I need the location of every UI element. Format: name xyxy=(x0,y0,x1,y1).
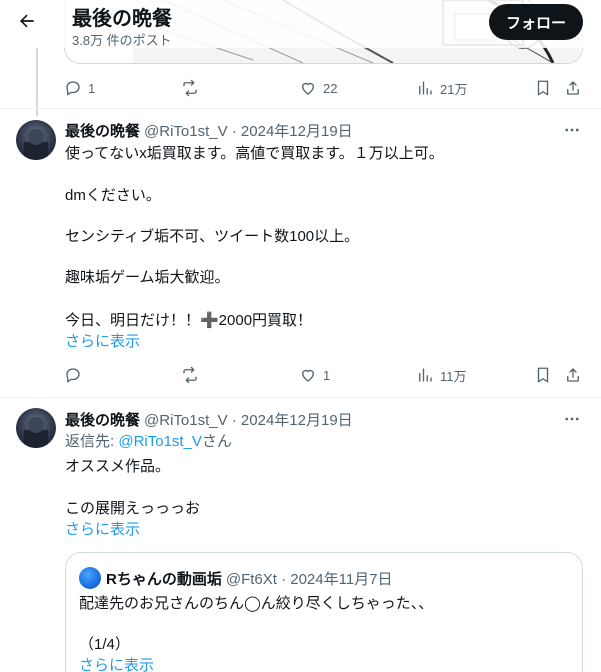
tweet-header: 最後の晩餐 @RiTo1st_V · 2024年12月19日 xyxy=(65,409,353,429)
views-icon xyxy=(419,368,432,382)
repost-button[interactable] xyxy=(181,77,199,99)
profile-header: 最後の晩餐 3.8万 件のポスト フォロー xyxy=(0,0,601,48)
reply-button[interactable] xyxy=(64,364,82,386)
like-button[interactable]: 22 xyxy=(299,77,337,99)
like-icon xyxy=(302,369,314,382)
reply-count: 1 xyxy=(88,80,96,96)
tweet-header: 最後の晩餐 @RiTo1st_V · 2024年12月19日 xyxy=(65,120,353,140)
share-button[interactable] xyxy=(564,364,582,386)
more-options-button[interactable] xyxy=(562,120,582,140)
thread-connector-line xyxy=(36,48,38,116)
author-handle-date[interactable]: @RiTo1st_V · 2024年12月19日 xyxy=(144,409,353,430)
reply-icon xyxy=(66,368,80,383)
like-button[interactable]: 1 xyxy=(299,364,330,386)
bookmark-icon xyxy=(537,367,549,383)
share-icon xyxy=(567,368,579,382)
avatar[interactable] xyxy=(16,120,56,160)
tweet-text-line: 使ってないx垢買取ます。高値で買取ます。１万以上可。 xyxy=(65,145,444,162)
show-more-link[interactable]: さらに表示 xyxy=(65,332,140,352)
view-count: 21万 xyxy=(440,81,468,97)
back-arrow-icon xyxy=(20,14,34,28)
reply-to-handle[interactable]: @RiTo1st_V xyxy=(118,433,202,450)
bookmark-icon xyxy=(537,80,549,96)
author-name[interactable]: 最後の晩餐 xyxy=(65,409,140,430)
follow-button[interactable]: フォロー xyxy=(489,4,583,40)
reply-to-label: 返信先: xyxy=(65,433,119,450)
views-button[interactable]: 11万 xyxy=(416,364,467,386)
views-button[interactable]: 21万 xyxy=(416,77,467,99)
quote-avatar xyxy=(79,567,101,589)
reply-to-line: 返信先: @RiTo1st_Vさん xyxy=(65,432,232,452)
repost-icon xyxy=(183,79,197,97)
like-icon xyxy=(302,82,314,95)
reply-icon xyxy=(66,81,80,96)
post-divider xyxy=(0,108,601,109)
tweet-actions: 1 11万 xyxy=(64,364,584,386)
like-count: 1 xyxy=(323,367,331,383)
quote-show-more-link[interactable]: さらに表示 xyxy=(79,656,154,672)
more-icon xyxy=(565,128,579,132)
quote-text-line: 配達先のお兄さんのちん◯ん絞り尽くしちゃった、、 xyxy=(79,595,434,612)
avatar[interactable] xyxy=(16,408,56,448)
repost-button[interactable] xyxy=(181,364,199,386)
tweet-text-line: 今日、明日だけ！！➕2000円買取！ xyxy=(65,312,313,329)
share-icon xyxy=(567,81,579,95)
tweet-divider xyxy=(0,397,601,398)
quote-handle-date: @Ft6Xt · 2024年11月7日 xyxy=(225,570,393,588)
tweet-text-line: この展開えっっっお xyxy=(65,500,201,517)
author-name[interactable]: 最後の晩餐 xyxy=(65,120,140,141)
quote-text-line: （1/4） xyxy=(79,636,130,653)
tweet-text-line: dmください。 xyxy=(65,187,161,204)
view-count: 11万 xyxy=(440,368,467,384)
reply-button[interactable]: 1 xyxy=(64,77,95,99)
quote-author-name: Rちゃんの動画垢 xyxy=(106,570,222,588)
bookmark-button[interactable] xyxy=(534,77,552,99)
like-count: 22 xyxy=(323,80,338,96)
more-icon xyxy=(565,417,579,421)
tweet-text-line: センシティブ垢不可、ツイート数100以上。 xyxy=(65,228,360,245)
reply-to-suffix: さん xyxy=(201,433,232,450)
show-more-link[interactable]: さらに表示 xyxy=(65,520,140,540)
author-handle-date[interactable]: @RiTo1st_V · 2024年12月19日 xyxy=(144,120,353,141)
more-options-button[interactable] xyxy=(562,409,582,429)
repost-icon xyxy=(183,366,197,384)
quote-header: Rちゃんの動画垢 @Ft6Xt · 2024年11月7日 xyxy=(106,567,393,589)
post-actions: 1 22 21万 xyxy=(64,77,584,99)
tweet-text-line: オススメ作品。 xyxy=(65,458,171,475)
tweet-text-line: 趣味垢ゲーム垢大歓迎。 xyxy=(65,269,230,286)
back-button[interactable] xyxy=(14,8,40,34)
bookmark-button[interactable] xyxy=(534,364,552,386)
views-icon xyxy=(419,81,432,95)
share-button[interactable] xyxy=(564,77,582,99)
profile-name: 最後の晩餐 xyxy=(72,8,172,30)
post-count: 3.8万 件のポスト xyxy=(72,33,172,48)
